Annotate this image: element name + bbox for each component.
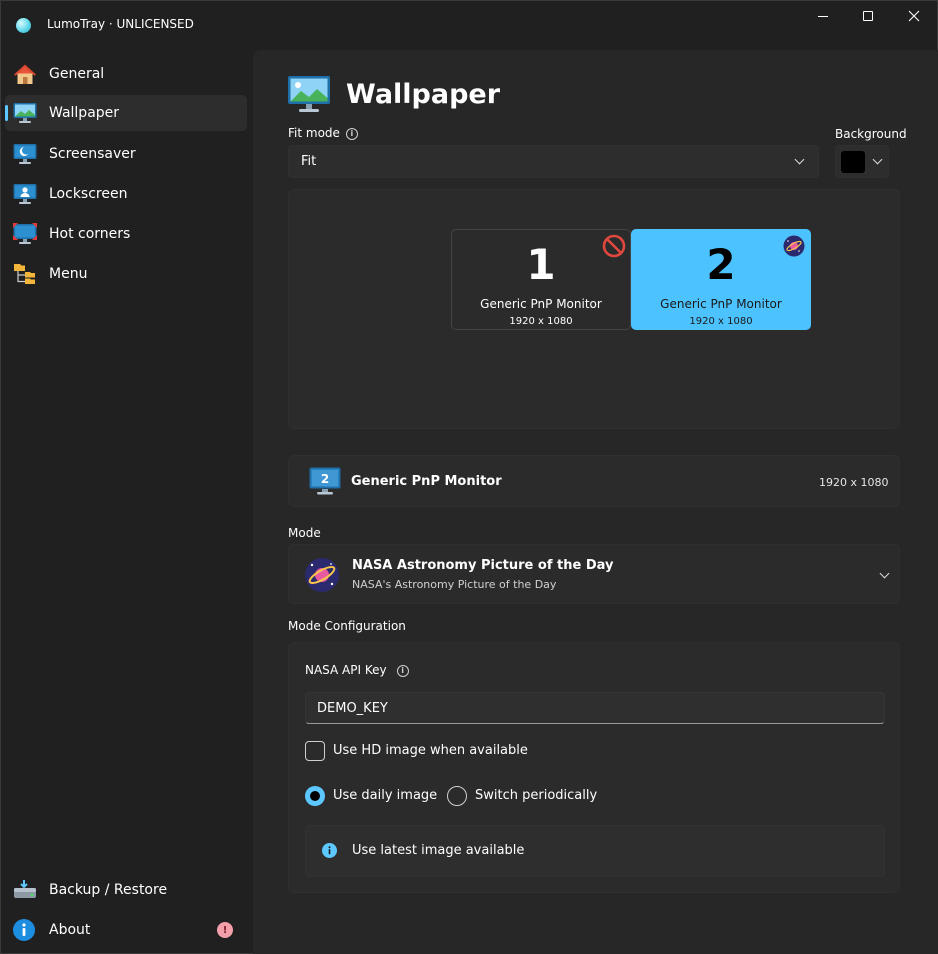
app-logo-icon: [16, 18, 31, 33]
home-icon: [14, 64, 36, 84]
info-icon[interactable]: i: [345, 128, 358, 140]
sidebar-item-hot-corners[interactable]: Hot corners: [5, 216, 247, 252]
sidebar-item-backup-restore[interactable]: Backup / Restore: [5, 872, 247, 908]
mode-configuration-panel: NASA API Key i DEMO_KEY Use HD image when…: [288, 642, 900, 893]
svg-text:2: 2: [321, 472, 329, 486]
daily-image-label: Use daily image: [333, 788, 438, 803]
sidebar-item-label: Screensaver: [49, 146, 136, 162]
api-key-label-text: NASA API Key: [305, 663, 387, 677]
sidebar-item-label: About: [49, 922, 91, 938]
api-key-value: DEMO_KEY: [317, 701, 388, 716]
sidebar-item-label: Hot corners: [49, 226, 131, 242]
monitor-resolution: 1920 x 1080: [509, 316, 573, 327]
minimize-icon: [818, 15, 828, 17]
hd-image-checkbox[interactable]: [305, 741, 325, 761]
page-title: Wallpaper: [346, 79, 501, 110]
nasa-apod-icon: [305, 558, 339, 592]
chevron-down-icon: [872, 154, 883, 165]
sidebar-item-menu[interactable]: Menu: [5, 256, 247, 292]
hot-corners-icon: [13, 223, 37, 244]
hd-image-label: Use HD image when available: [333, 743, 528, 758]
fit-mode-label-text: Fit mode: [288, 126, 340, 140]
chevron-down-icon: [879, 568, 890, 579]
monitor-layout-panel: 1 Generic PnP Monitor 1920 x 1080 2 Gene…: [288, 189, 900, 429]
background-color-picker[interactable]: [835, 145, 889, 178]
sidebar-item-label: General: [49, 66, 105, 82]
sidebar-item-wallpaper[interactable]: Wallpaper: [5, 95, 247, 131]
switch-periodically-label: Switch periodically: [475, 788, 598, 803]
selected-monitor-header: 2 Generic PnP Monitor 1920 x 1080: [288, 455, 900, 507]
mode-subtitle: NASA's Astronomy Picture of the Day: [352, 578, 557, 591]
info-text: Use latest image available: [352, 843, 525, 858]
info-bar: Use latest image available: [305, 825, 885, 877]
wallpaper-monitor-icon: [288, 76, 330, 112]
fit-mode-label: Fit mode i: [288, 126, 358, 140]
selected-monitor-name: Generic PnP Monitor: [351, 474, 502, 489]
monitor-name: Generic PnP Monitor: [660, 297, 782, 311]
fit-mode-dropdown[interactable]: Fit: [288, 145, 819, 178]
sidebar-item-screensaver[interactable]: Screensaver: [5, 136, 247, 172]
screensaver-moon-icon: [13, 144, 37, 164]
api-key-input[interactable]: DEMO_KEY: [305, 692, 885, 724]
sidebar-item-label: Backup / Restore: [49, 882, 168, 898]
sidebar-item-about[interactable]: About !: [5, 912, 247, 948]
api-key-label: NASA API Key i: [305, 663, 409, 677]
daily-image-radio[interactable]: [305, 786, 325, 806]
notification-badge: !: [217, 922, 233, 938]
lockscreen-user-icon: [13, 184, 37, 204]
sidebar-item-label: Wallpaper: [49, 105, 120, 121]
mode-configuration-label: Mode Configuration: [288, 619, 406, 633]
nasa-apod-icon: [783, 235, 805, 257]
maximize-icon: [863, 11, 873, 21]
title-bar[interactable]: LumoTray · UNLICENSED: [0, 0, 938, 50]
monitor-resolution: 1920 x 1080: [689, 316, 753, 327]
maximize-button[interactable]: [845, 0, 891, 32]
info-icon[interactable]: i: [396, 665, 409, 677]
mode-label: Mode: [288, 526, 321, 540]
disabled-icon: [602, 234, 626, 258]
background-color-swatch: [841, 151, 865, 173]
selected-monitor-resolution: 1920 x 1080: [819, 476, 889, 489]
monitor-tile-1[interactable]: 1 Generic PnP Monitor 1920 x 1080: [451, 229, 631, 330]
sidebar-item-lockscreen[interactable]: Lockscreen: [5, 176, 247, 212]
close-icon: [908, 10, 920, 22]
mode-dropdown[interactable]: NASA Astronomy Picture of the Day NASA's…: [288, 544, 900, 604]
minimize-button[interactable]: [800, 0, 846, 32]
info-icon: [322, 843, 337, 858]
wallpaper-monitor-icon: [13, 103, 37, 123]
sidebar-item-label: Lockscreen: [49, 186, 128, 202]
content-area: Wallpaper Fit mode i Fit Background 1 Gen…: [253, 50, 938, 954]
background-label: Background: [835, 127, 907, 141]
monitor-tile-2[interactable]: 2 Generic PnP Monitor 1920 x 1080: [631, 229, 811, 330]
backup-drive-icon: [14, 880, 36, 898]
fit-mode-value: Fit: [301, 154, 317, 169]
mode-title: NASA Astronomy Picture of the Day: [352, 558, 614, 573]
info-circle-icon: [13, 919, 35, 941]
selection-indicator: [5, 105, 8, 121]
monitor-2-icon: 2: [309, 467, 341, 495]
window-title: LumoTray · UNLICENSED: [47, 17, 194, 31]
sidebar-item-general[interactable]: General: [5, 56, 247, 92]
sidebar-item-label: Menu: [49, 266, 88, 282]
menu-folders-icon: [14, 264, 35, 284]
close-button[interactable]: [891, 0, 937, 32]
switch-periodically-radio[interactable]: [447, 786, 467, 806]
chevron-down-icon: [794, 154, 805, 165]
monitor-name: Generic PnP Monitor: [480, 297, 602, 311]
